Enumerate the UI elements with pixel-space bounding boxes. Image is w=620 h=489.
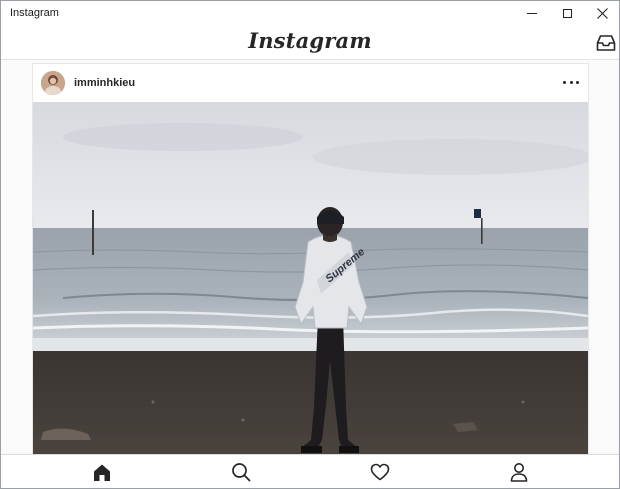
minimize-button[interactable] (514, 1, 550, 26)
post-card: imminhkieu Supreme (32, 63, 589, 455)
inbox-tray-icon[interactable] (596, 34, 616, 52)
title-bar: Instagram (1, 1, 619, 26)
close-icon (596, 8, 608, 19)
post-photo[interactable]: Supreme (33, 102, 588, 455)
close-button[interactable] (584, 1, 619, 26)
heart-icon (370, 463, 390, 481)
nav-profile[interactable] (508, 461, 530, 483)
dot (576, 80, 579, 84)
app-window: Instagram Instagram imminhkieu Supreme (0, 0, 620, 489)
nav-home[interactable] (91, 461, 113, 483)
nav-search[interactable] (230, 461, 252, 483)
post-header: imminhkieu (33, 64, 588, 102)
more-dots-icon[interactable] (563, 76, 579, 88)
window-title: Instagram (10, 7, 59, 19)
maximize-button[interactable] (549, 1, 585, 26)
instagram-wordmark: Instagram (248, 28, 372, 53)
dot (569, 80, 573, 84)
avatar-image (41, 71, 65, 95)
post-username[interactable]: imminhkieu (74, 77, 135, 89)
dot (563, 80, 566, 84)
app-header: Instagram (1, 26, 619, 60)
search-icon (232, 463, 251, 482)
beach-photo: Supreme (33, 102, 588, 455)
nav-activity[interactable] (369, 461, 391, 483)
feed: imminhkieu Supreme (1, 60, 619, 455)
maximize-icon (562, 9, 572, 18)
home-icon (94, 464, 110, 481)
minimize-icon (527, 13, 537, 14)
profile-icon (510, 463, 528, 482)
avatar[interactable] (41, 71, 65, 95)
bottom-nav (1, 454, 619, 488)
